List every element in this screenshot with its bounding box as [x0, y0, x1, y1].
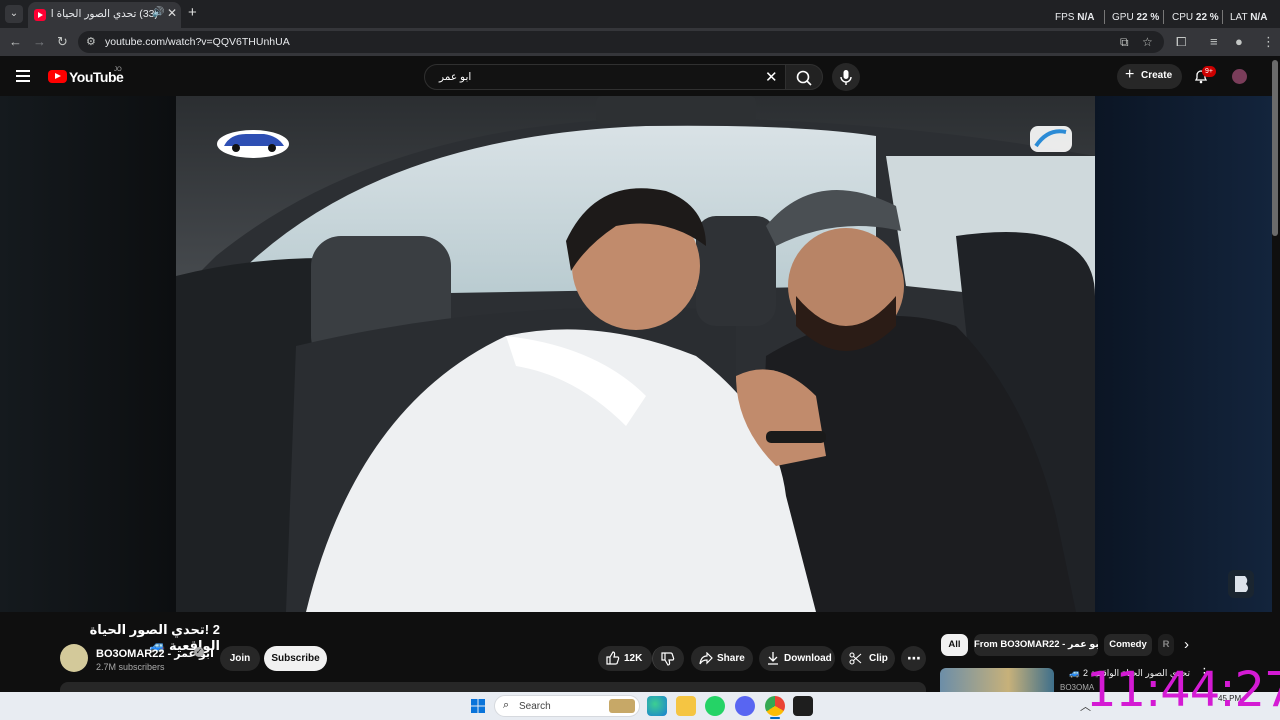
- reload-icon[interactable]: ↻: [57, 34, 68, 50]
- discord-icon[interactable]: [735, 696, 755, 716]
- perf-lat: LAT N/A: [1230, 12, 1268, 23]
- windows-start-icon[interactable]: [468, 696, 488, 716]
- show-logo-icon: [1030, 126, 1072, 152]
- subscribe-button[interactable]: Subscribe: [264, 646, 327, 671]
- search-input[interactable]: ابو عمر ✕: [424, 64, 787, 90]
- clip-label: Clip: [869, 653, 888, 664]
- join-button[interactable]: Join: [220, 646, 260, 671]
- more-horizontal-icon: ⋯: [907, 650, 921, 666]
- tab-title: (33) تحدي الصور الحياة الواقـ: [50, 8, 158, 20]
- browser-tab[interactable]: (33) تحدي الصور الحياة الواقـ 🔊 ✕: [28, 2, 181, 28]
- country-code: JO: [114, 67, 122, 73]
- new-tab-button[interactable]: +: [188, 4, 197, 21]
- search-button[interactable]: [785, 64, 823, 90]
- clear-search-icon[interactable]: ✕: [765, 68, 778, 86]
- page-scrollbar[interactable]: [1272, 60, 1278, 236]
- description-box[interactable]: [60, 682, 926, 692]
- video-scene: [176, 96, 1095, 612]
- channel-watermark-icon[interactable]: [1226, 568, 1256, 600]
- whatsapp-icon[interactable]: [705, 696, 725, 716]
- channel-avatar[interactable]: [60, 644, 88, 672]
- search-highlight-icon: [609, 699, 635, 713]
- edge-browser-icon[interactable]: [647, 696, 667, 716]
- scissors-icon: [849, 652, 862, 665]
- thumbs-down-icon: [661, 652, 675, 666]
- share-arrow-icon: [699, 652, 713, 665]
- perf-cpu: CPU 22 %: [1172, 12, 1219, 23]
- chip-partial[interactable]: R: [1158, 634, 1174, 656]
- microphone-icon: [840, 70, 852, 85]
- youtube-logo-icon[interactable]: [48, 70, 67, 83]
- bookmark-star-icon[interactable]: ☆: [1142, 35, 1153, 49]
- forward-arrow-icon[interactable]: →: [33, 34, 46, 49]
- car-sticker-icon: [217, 130, 289, 158]
- notification-badge: 9+: [1202, 66, 1216, 77]
- address-bar[interactable]: ⚙ youtube.com/watch?v=QQV6THUnhUA ⧉ ☆: [78, 31, 1164, 53]
- video-player[interactable]: [0, 96, 1272, 612]
- perf-divider: [1104, 10, 1105, 24]
- video-frame[interactable]: [176, 96, 1095, 612]
- terminal-icon[interactable]: [793, 696, 813, 716]
- download-label: Download: [784, 653, 832, 664]
- account-avatar[interactable]: [1232, 69, 1247, 84]
- create-label: Create: [1141, 70, 1173, 81]
- youtube-favicon-icon: [34, 9, 46, 21]
- perf-fps: FPS N/A: [1055, 12, 1095, 23]
- browser-menu-icon[interactable]: ⋮: [1262, 34, 1275, 50]
- recommended-video-thumbnail[interactable]: [940, 668, 1054, 692]
- chip-all[interactable]: All: [941, 634, 968, 656]
- perf-divider: [1163, 10, 1164, 24]
- hamburger-menu-icon[interactable]: [16, 70, 30, 82]
- address-url[interactable]: youtube.com/watch?v=QQV6THUnhUA: [105, 36, 290, 48]
- share-label: Share: [717, 653, 745, 664]
- like-count: 12K: [624, 653, 643, 664]
- thumbs-up-icon: [606, 651, 620, 665]
- cast-icon[interactable]: ⧉: [1120, 35, 1129, 50]
- tab-search-chevron-icon[interactable]: ⌄: [5, 5, 23, 23]
- chip-from-channel[interactable]: From BO3OMAR22 - ابو عمر: [974, 634, 1098, 656]
- clip-button[interactable]: Clip: [841, 646, 895, 671]
- download-button[interactable]: Download: [759, 646, 835, 671]
- profile-icon[interactable]: ●: [1235, 34, 1243, 49]
- plus-icon: +: [1125, 66, 1135, 83]
- site-info-icon[interactable]: ⚙: [86, 35, 96, 48]
- share-button[interactable]: Share: [691, 646, 753, 671]
- subscriber-count: 2.7M subscribers: [96, 662, 165, 672]
- create-button[interactable]: + Create: [1117, 64, 1182, 89]
- browser-tab-strip: ⌄ (33) تحدي الصور الحياة الواقـ 🔊 ✕ + FP…: [0, 0, 1280, 28]
- perf-divider: [1222, 10, 1223, 24]
- file-explorer-icon[interactable]: [676, 696, 696, 716]
- search-icon: ⌕: [503, 699, 510, 711]
- youtube-header: YouTube JO ابو عمر ✕ + Create 9+: [0, 56, 1280, 96]
- like-button[interactable]: 12K: [598, 646, 652, 671]
- overlay-clock: 11:44:27: [1086, 662, 1280, 718]
- close-tab-icon[interactable]: ✕: [167, 6, 177, 20]
- extensions-icon[interactable]: ⧠: [1176, 34, 1186, 50]
- more-actions-button[interactable]: ⋯: [901, 646, 926, 671]
- taskbar-search-box[interactable]: ⌕ Search: [494, 695, 640, 717]
- perf-gpu: GPU 22 %: [1112, 12, 1160, 23]
- chip-comedy[interactable]: Comedy: [1104, 634, 1152, 656]
- search-query[interactable]: ابو عمر: [439, 71, 471, 83]
- back-arrow-icon[interactable]: ←: [9, 34, 22, 49]
- chrome-icon[interactable]: [765, 696, 785, 716]
- browser-toolbar: ← → ↻ ⚙ youtube.com/watch?v=QQV6THUnhUA …: [0, 28, 1280, 56]
- taskbar-search-label: Search: [519, 701, 551, 712]
- active-app-indicator: [770, 717, 780, 719]
- dislike-button[interactable]: [652, 646, 684, 671]
- audio-playing-icon[interactable]: 🔊: [152, 7, 164, 18]
- chevron-right-icon[interactable]: ›: [1184, 636, 1189, 653]
- verified-check-icon: ✓: [194, 647, 204, 657]
- download-icon: [768, 652, 778, 665]
- search-icon: [796, 70, 812, 86]
- voice-search-button[interactable]: [832, 63, 860, 91]
- reading-list-icon[interactable]: ≡: [1210, 34, 1218, 49]
